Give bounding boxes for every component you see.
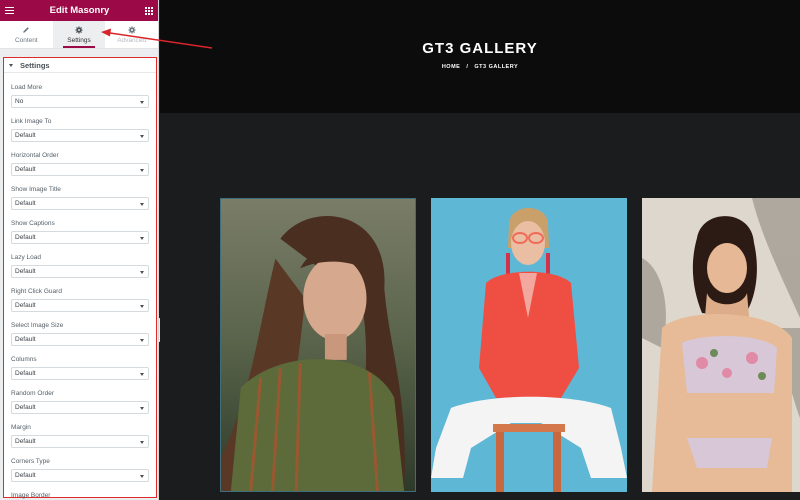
select-value: Default — [15, 234, 36, 241]
select-value: Default — [15, 200, 36, 207]
tab-settings[interactable]: Settings — [52, 21, 106, 48]
field-label: Columns — [11, 356, 37, 363]
settings-section-header[interactable]: Settings — [4, 58, 156, 73]
field-label: Margin — [11, 424, 31, 431]
chevron-down-icon — [140, 339, 144, 342]
page-hero: GT3 GALLERY HOME / GT3 GALLERY — [160, 0, 800, 113]
select-value: Default — [15, 302, 36, 309]
menu-icon[interactable] — [5, 7, 14, 14]
select-value: Default — [15, 370, 36, 377]
field-link-image-to: Link Image To Default — [4, 107, 156, 142]
field-label: Show Captions — [11, 220, 55, 227]
field-show-image-title: Show Image Title Default — [4, 175, 156, 210]
select-value: Default — [15, 472, 36, 479]
gear-icon — [75, 25, 83, 34]
chevron-down-icon — [140, 101, 144, 104]
panel-header: Edit Masonry — [0, 0, 158, 21]
chevron-down-icon — [140, 373, 144, 376]
field-image-border: Image Border — [4, 481, 156, 500]
portrait-image — [221, 199, 415, 491]
chevron-down-icon — [140, 475, 144, 478]
select-value: Default — [15, 132, 36, 139]
chevron-down-icon — [140, 305, 144, 308]
field-label: Horizontal Order — [11, 152, 59, 159]
editor-panel: Edit Masonry Content Settings Advanced S… — [0, 0, 159, 500]
breadcrumb-home[interactable]: HOME — [442, 64, 461, 70]
field-select-image-size: Select Image Size Default — [4, 311, 156, 346]
select-value: Default — [15, 268, 36, 275]
field-label: Random Order — [11, 390, 54, 397]
chevron-down-icon — [140, 237, 144, 240]
chevron-down-icon — [140, 169, 144, 172]
field-corners-type: Corners Type Default — [4, 447, 156, 482]
field-label: Image Border — [11, 492, 51, 499]
tab-advanced-label: Advanced — [117, 36, 147, 44]
widgets-grid-icon[interactable] — [145, 6, 153, 15]
field-label: Load More — [11, 84, 43, 91]
gallery-image-2[interactable] — [431, 198, 627, 492]
field-lazy-load: Lazy Load Default — [4, 243, 156, 278]
select-value: Default — [15, 404, 36, 411]
panel-tabs: Content Settings Advanced — [0, 21, 158, 49]
caret-down-icon — [9, 63, 13, 67]
field-label: Right Click Guard — [11, 288, 62, 295]
field-label: Select Image Size — [11, 322, 64, 329]
field-load-more: Load More No — [4, 73, 156, 108]
field-show-captions: Show Captions Default — [4, 209, 156, 244]
gallery-image-1[interactable] — [220, 198, 416, 492]
page-title: GT3 GALLERY — [422, 40, 538, 57]
chevron-down-icon — [140, 135, 144, 138]
chevron-down-icon — [140, 407, 144, 410]
breadcrumb-current: GT3 GALLERY — [474, 64, 519, 70]
page-preview: GT3 GALLERY HOME / GT3 GALLERY — [160, 0, 800, 500]
field-label: Lazy Load — [11, 254, 41, 261]
field-label: Corners Type — [11, 458, 50, 465]
settings-section-title: Settings — [20, 60, 50, 70]
tab-content[interactable]: Content — [0, 21, 53, 48]
gallery-image-3[interactable] — [642, 198, 800, 492]
pencil-icon — [23, 26, 30, 33]
portrait-image — [642, 198, 800, 492]
select-value: Default — [15, 166, 36, 173]
select-value: Default — [15, 438, 36, 445]
field-columns: Columns Default — [4, 345, 156, 380]
gear-icon — [128, 25, 136, 34]
field-label: Link Image To — [11, 118, 52, 125]
field-margin: Margin Default — [4, 413, 156, 448]
settings-section: Settings Load More No Link Image To Defa… — [3, 57, 157, 500]
field-right-click-guard: Right Click Guard Default — [4, 277, 156, 312]
portrait-image — [431, 198, 627, 492]
tab-content-label: Content — [14, 36, 38, 44]
field-horizontal-order: Horizontal Order Default — [4, 141, 156, 176]
masonry-gallery — [220, 198, 800, 492]
chevron-down-icon — [140, 441, 144, 444]
select-value: No — [15, 98, 24, 105]
breadcrumb: HOME / GT3 GALLERY — [160, 64, 800, 70]
tab-settings-label: Settings — [67, 36, 91, 44]
breadcrumb-separator: / — [466, 64, 469, 70]
field-label: Show Image Title — [11, 186, 61, 193]
tab-advanced[interactable]: Advanced — [105, 21, 158, 48]
field-random-order: Random Order Default — [4, 379, 156, 414]
panel-title: Edit Masonry — [49, 5, 110, 16]
chevron-down-icon — [140, 203, 144, 206]
chevron-down-icon — [140, 271, 144, 274]
select-value: Default — [15, 336, 36, 343]
